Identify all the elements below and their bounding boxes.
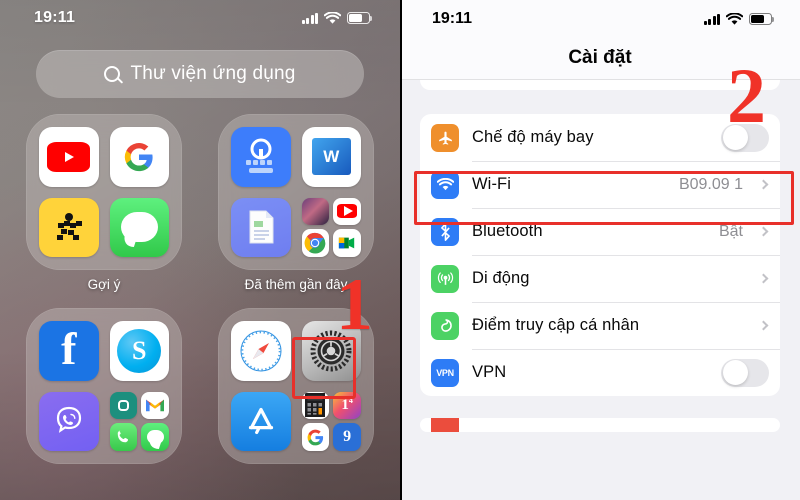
find-my-icon[interactable] <box>109 391 138 420</box>
settings-row-cellular[interactable]: Di động <box>420 255 780 302</box>
viber-icon[interactable] <box>39 391 99 451</box>
folder-preview-suggestions[interactable] <box>26 114 182 270</box>
folder-mini-grid-social <box>109 391 169 451</box>
vpn-icon: VPN <box>431 358 459 387</box>
folder-label-recently-added: Đã thêm gần đây <box>244 277 348 292</box>
iphone-home-screen: 19:11 Thư viện ứng dụng Gợi ý W Đã thêm … <box>0 0 400 500</box>
annotation-step-2: 2 <box>727 52 766 139</box>
safari-icon[interactable] <box>231 321 291 381</box>
cellular-icon <box>431 264 459 293</box>
row-label: Wi-Fi <box>472 175 511 193</box>
app-store-icon[interactable] <box>231 391 291 451</box>
row-label: Bluetooth <box>472 222 543 240</box>
airplane-icon <box>431 123 459 152</box>
folder-preview-social[interactable]: f S <box>26 308 182 464</box>
google-icon-mini[interactable] <box>301 423 330 451</box>
status-clock-right: 19:11 <box>432 10 473 27</box>
folder-row-1: Gợi ý W Đã thêm gần đây <box>24 114 376 292</box>
row-label: Di động <box>472 269 530 287</box>
settings-card-notifications-peek[interactable] <box>420 418 780 432</box>
left-status-bar: 19:11 <box>0 0 400 34</box>
app-library-search-pill[interactable]: Thư viện ứng dụng <box>36 50 364 98</box>
highlight-box-settings-icon <box>292 337 356 399</box>
chrome-icon[interactable] <box>301 229 330 257</box>
wifi-value: B09.09 1 <box>678 175 743 193</box>
battery-icon <box>347 12 373 24</box>
chevron-right-icon <box>758 320 769 331</box>
cellular-bars-icon <box>703 13 720 25</box>
folder-suggestions[interactable]: Gợi ý <box>24 114 184 292</box>
notifications-icon <box>431 418 459 432</box>
search-icon <box>104 66 121 82</box>
status-indicators-right <box>703 12 775 26</box>
youtube-icon-mini[interactable] <box>333 197 361 226</box>
word-icon[interactable]: W <box>301 127 361 187</box>
row-label: Chế độ máy bay <box>472 128 594 146</box>
phone-icon[interactable] <box>109 423 138 451</box>
files-icon[interactable] <box>231 197 291 257</box>
settings-card-above-peek <box>420 80 780 90</box>
settings-scroll-area[interactable]: Chế độ máy bay Wi-Fi B09.09 1 Bluetooth … <box>400 80 800 500</box>
status-indicators <box>301 11 373 25</box>
wifi-icon <box>726 12 743 25</box>
gmail-icon[interactable] <box>141 391 169 420</box>
cellular-bars-icon <box>301 12 318 24</box>
status-clock: 19:11 <box>34 9 76 26</box>
battery-icon <box>749 13 775 25</box>
wifi-icon <box>431 170 459 199</box>
settings-row-bluetooth[interactable]: Bluetooth Bật <box>420 208 780 255</box>
folder-mini-grid-utilities: 14 9 <box>301 391 361 451</box>
settings-row-vpn[interactable]: VPN VPN <box>420 349 780 396</box>
zalo-icon[interactable]: 9 <box>333 423 361 451</box>
meet-icon[interactable] <box>333 229 361 257</box>
chevron-right-icon <box>758 226 769 237</box>
ios-settings-screen: 19:11 Cài đặt Chế độ máy bay Wi-Fi B09.0… <box>400 0 800 500</box>
annotation-step-1: 1 <box>336 264 373 346</box>
settings-row-wifi[interactable]: Wi-Fi B09.09 1 <box>420 161 780 208</box>
messages-icon[interactable] <box>109 197 169 257</box>
chevron-right-icon <box>758 273 769 284</box>
hotspot-icon <box>431 311 459 340</box>
app-library-label: Thư viện ứng dụng <box>130 63 296 84</box>
bluetooth-icon <box>431 217 459 246</box>
settings-row-airplane-mode[interactable]: Chế độ máy bay <box>420 114 780 161</box>
folder-label-suggestions: Gợi ý <box>87 277 121 292</box>
screenshot-root: 19:11 Thư viện ứng dụng Gợi ý W Đã thêm … <box>0 0 800 500</box>
folder-social[interactable]: f S <box>24 308 184 471</box>
vpn-toggle[interactable] <box>721 358 769 387</box>
laban-key-icon[interactable] <box>231 127 291 187</box>
messages-icon-mini[interactable] <box>141 423 169 451</box>
youtube-icon[interactable] <box>39 127 99 187</box>
settings-card-connectivity: Chế độ máy bay Wi-Fi B09.09 1 Bluetooth … <box>420 114 780 396</box>
settings-row-personal-hotspot[interactable]: Điểm truy cập cá nhân <box>420 302 780 349</box>
chevron-right-icon <box>758 179 769 190</box>
bluetooth-value: Bật <box>718 222 743 240</box>
skype-icon[interactable]: S <box>109 321 169 381</box>
facebook-icon[interactable]: f <box>39 321 99 381</box>
right-status-bar: 19:11 <box>400 0 800 36</box>
game-icon[interactable] <box>301 197 330 226</box>
row-label: VPN <box>472 363 507 381</box>
folder-mini-grid <box>301 197 361 257</box>
gojek-icon[interactable] <box>39 197 99 257</box>
panel-divider <box>400 0 402 500</box>
wifi-icon <box>324 11 341 24</box>
row-label: Điểm truy cập cá nhân <box>472 316 640 334</box>
folder-preview-recently-added[interactable]: W <box>218 114 374 270</box>
google-icon[interactable] <box>109 127 169 187</box>
